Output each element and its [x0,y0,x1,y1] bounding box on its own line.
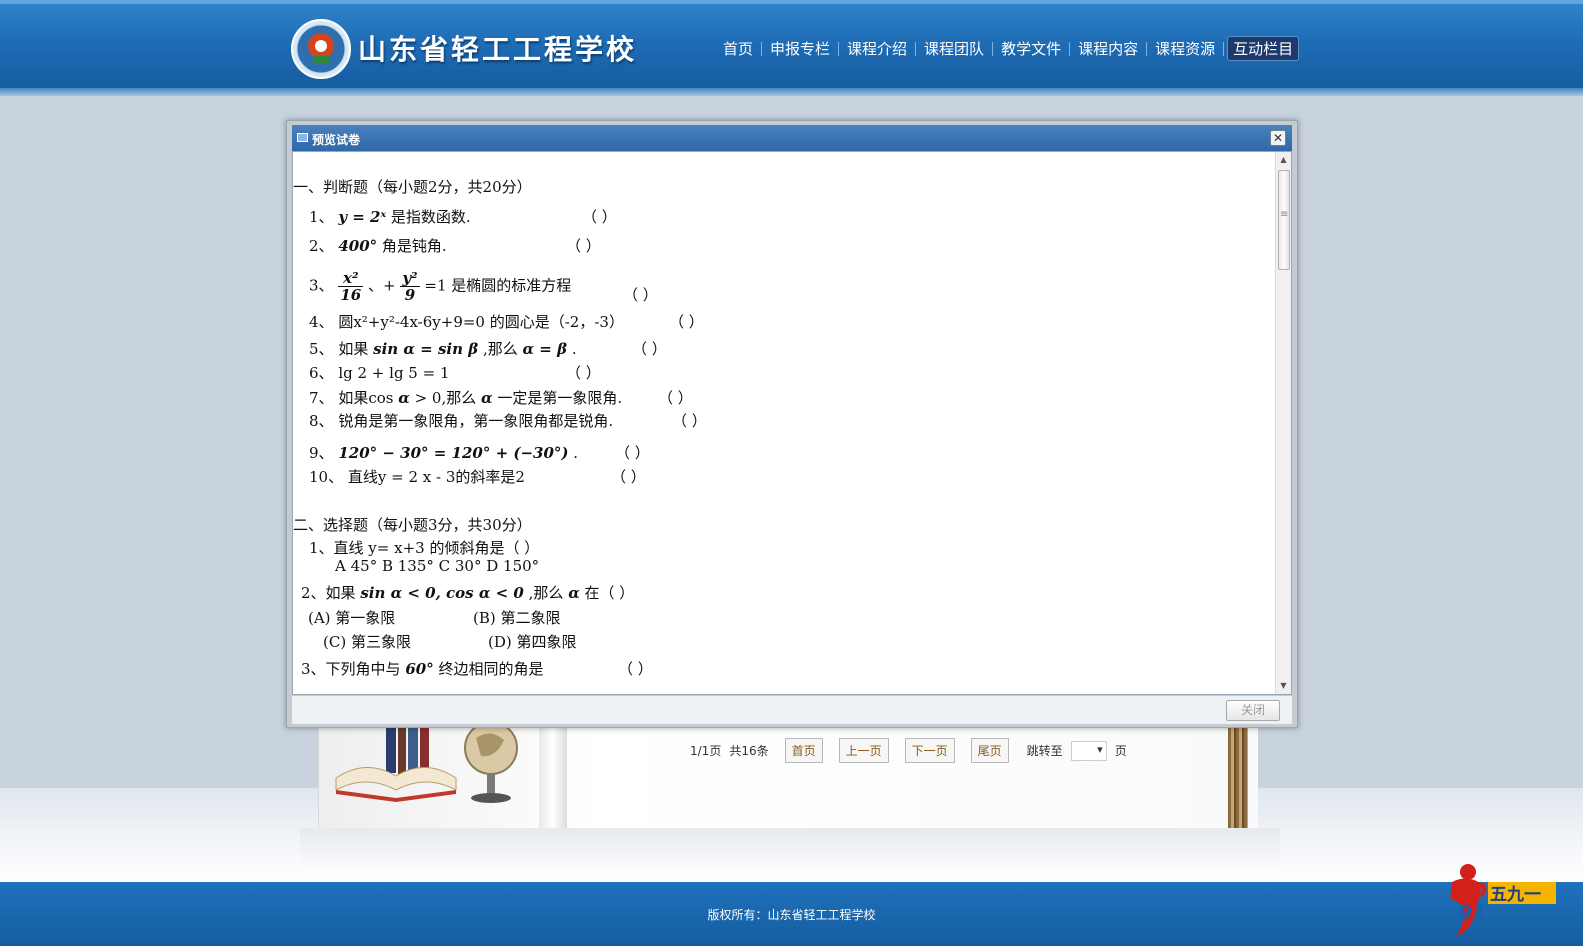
pagination: 1/1页 共16条 首页 上一页 下一页 尾页 跳转至 页 [690,738,1127,763]
book-spine [539,720,567,828]
nav-item-apply[interactable]: 申报专栏 [765,36,835,61]
window-icon [297,133,308,142]
scroll-down-icon[interactable]: ▼ [1276,678,1291,694]
answer-blank: （ ） [658,389,693,407]
question-options: A 45° B 135° C 30° D 150° [335,557,540,575]
answer-blank: （ ） [618,660,653,678]
last-page-button[interactable]: 尾页 [970,738,1009,763]
badge-text: 五九一 [1490,885,1541,905]
site-badge-logo-icon: 91 五九一 [1450,864,1556,936]
nav-item-interactive[interactable]: 互动栏目 [1227,36,1300,61]
nav-item-course-intro[interactable]: 课程介绍 [842,36,912,61]
nav-divider [915,41,917,56]
close-button[interactable]: 关闭 [1226,700,1280,721]
answer-blank: （ ） [672,412,707,430]
nav-divider [761,41,763,56]
question-item: 7、 如果cos α > 0,那么 α 一定是第一象限角. [309,389,623,407]
close-icon[interactable]: ✕ [1270,130,1286,146]
answer-blank: （ ） [623,286,658,304]
section-heading: 二、选择题（每小题3分，共30分） [293,516,532,534]
site-header: 山东省轻工工程学校 首页 申报专栏 课程介绍 课程团队 教学文件 课程内容 课程… [0,0,1583,96]
total-count: 共16条 [729,744,769,758]
question-stem: 1、直线 y= x+3 的倾斜角是（ ） [309,539,540,557]
question-item: 5、 如果 sin α = sin β ,那么 α = β . [309,340,577,358]
section-heading: 一、判断题（每小题2分，共20分） [293,178,532,196]
option-b: (B) 第二象限 [473,609,561,627]
nav-divider [1069,41,1071,56]
next-page-button[interactable]: 下一页 [904,738,955,763]
dialog-body: 一、判断题（每小题2分，共20分） 1、 y = 2ˣ 是指数函数. （ ） 2… [292,151,1292,695]
floor-reflection [300,828,1280,878]
answer-blank: （ ） [566,237,601,255]
answer-blank: （ ） [632,340,667,358]
question-stem: 2、如果 sin α < 0, cos α < 0 ,那么 α 在（ ） [301,584,635,602]
question-item: 10、 直线y = 2 x - 3的斜率是2 [309,468,525,486]
dialog-title: 预览试卷 [312,133,361,147]
nav-divider [838,41,840,56]
copyright-text: 版权所有：山东省轻工工程学校 [707,908,876,922]
question-item: 1、 y = 2ˣ 是指数函数. [309,208,471,226]
badge-number: 91 [1458,901,1486,925]
answer-blank: （ ） [611,468,646,486]
first-page-button[interactable]: 首页 [784,738,823,763]
question-item: 2、 400° 角是钝角. [309,237,447,255]
answer-blank: （ ） [669,313,704,331]
question-item: 6、 lg 2 + lg 5 = 1 [309,364,450,382]
question-item: 8、 锐角是第一象限角，第一象限角都是锐角. [309,412,614,430]
question-item: 4、 圆x²+y²-4x-6y+9=0 的圆心是（-2，-3） [309,313,624,331]
preview-exam-dialog: 预览试卷 ✕ 一、判断题（每小题2分，共20分） 1、 y = 2ˣ 是指数函数… [286,120,1298,728]
nav-divider [1223,41,1225,56]
question-item: 9、 120° − 30° = 120° + (−30°) . [309,444,579,462]
nav-item-course-team[interactable]: 课程团队 [919,36,989,61]
scroll-thumb[interactable] [1278,170,1290,270]
exam-content: 一、判断题（每小题2分，共20分） 1、 y = 2ˣ 是指数函数. （ ） 2… [293,152,1269,694]
prev-page-button[interactable]: 上一页 [838,738,889,763]
page-info: 1/1页 [690,744,722,758]
school-logo-icon [291,19,351,79]
question-stem: 3、下列角中与 60° 终边相同的角是 [301,660,544,678]
nav-item-teaching-docs[interactable]: 教学文件 [996,36,1066,61]
books-globe-illustration-icon [335,718,518,803]
header-divider [0,88,1583,96]
dialog-footer: 关闭 [292,696,1292,724]
jump-suffix: 页 [1114,744,1127,758]
nav-divider [992,41,994,56]
answer-blank: （ ） [615,444,650,462]
bookshelf-edge [1228,720,1248,828]
dialog-titlebar[interactable]: 预览试卷 ✕ [292,125,1292,151]
nav-item-course-content[interactable]: 课程内容 [1073,36,1143,61]
nav-item-course-resources[interactable]: 课程资源 [1150,36,1220,61]
nav-divider [1146,41,1148,56]
question-item: 3、 x² 16 、+ y² 9 =1 是椭圆的标准方程 [309,269,572,304]
nav-item-home[interactable]: 首页 [718,36,758,61]
option-a: (A) 第一象限 [308,609,396,627]
scroll-up-icon[interactable]: ▲ [1276,152,1291,168]
page-select[interactable] [1070,740,1107,761]
site-title: 山东省轻工工程学校 [358,33,638,66]
answer-blank: （ ） [566,364,601,382]
option-c: (C) 第三象限 [323,633,411,651]
site-footer: 版权所有：山东省轻工工程学校 [0,882,1583,946]
main-nav: 首页 申报专栏 课程介绍 课程团队 教学文件 课程内容 课程资源 互动栏目 [718,36,1300,61]
option-d: (D) 第四象限 [488,633,577,651]
vertical-scrollbar[interactable]: ▲ ▼ [1275,152,1291,694]
jump-label: 跳转至 [1026,744,1063,758]
answer-blank: （ ） [582,208,617,226]
